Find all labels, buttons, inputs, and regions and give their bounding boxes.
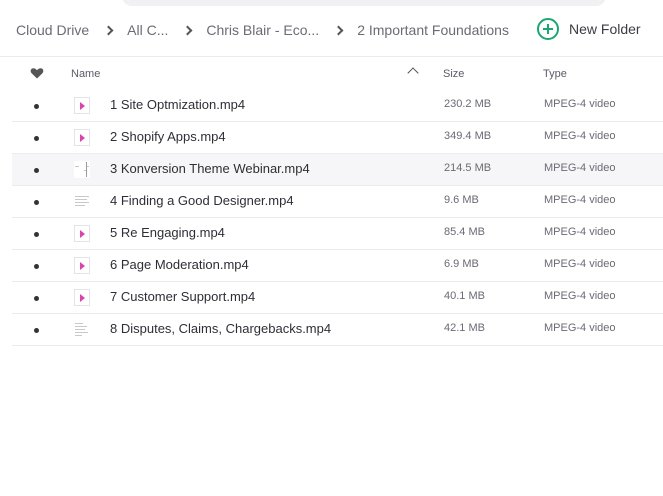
file-size: 40.1 MB — [444, 290, 485, 302]
play-icon — [74, 129, 90, 146]
document-thumbnail-icon — [74, 193, 90, 210]
new-folder-label: New Folder — [569, 21, 641, 37]
column-name[interactable]: Name — [71, 68, 100, 80]
file-name: 6 Page Moderation.mp4 — [110, 257, 249, 272]
favorite-dot[interactable] — [34, 200, 39, 205]
file-type: MPEG-4 video — [544, 162, 616, 174]
table-row[interactable]: 8 Disputes, Claims, Chargebacks.mp4 42.1… — [12, 314, 663, 346]
favorite-dot[interactable] — [34, 232, 39, 237]
breadcrumb-item-all[interactable]: All C... — [127, 22, 168, 38]
table-row[interactable]: 3 Konversion Theme Webinar.mp4 214.5 MB … — [12, 154, 663, 186]
favorite-dot[interactable] — [34, 168, 39, 173]
file-name: 3 Konversion Theme Webinar.mp4 — [110, 161, 310, 176]
document-thumbnail-icon — [74, 321, 90, 338]
plus-circle-icon — [537, 18, 559, 40]
column-size[interactable]: Size — [443, 68, 464, 80]
chevron-up-icon[interactable] — [407, 67, 419, 79]
breadcrumb: Cloud Drive All C... Chris Blair - Eco..… — [16, 20, 509, 40]
new-folder-button[interactable]: New Folder — [537, 17, 641, 41]
file-type: MPEG-4 video — [544, 258, 616, 270]
column-header: Name Size Type — [12, 62, 663, 88]
play-icon — [74, 289, 90, 306]
file-size: 6.9 MB — [444, 258, 479, 270]
table-row[interactable]: 7 Customer Support.mp4 40.1 MB MPEG-4 vi… — [12, 282, 663, 314]
table-row[interactable]: 6 Page Moderation.mp4 6.9 MB MPEG-4 vide… — [12, 250, 663, 282]
favorite-dot[interactable] — [34, 264, 39, 269]
breadcrumb-item-chris-blair[interactable]: Chris Blair - Eco... — [206, 22, 319, 38]
favorite-dot[interactable] — [34, 328, 39, 333]
chevron-right-icon — [168, 25, 206, 35]
table-row[interactable]: 5 Re Engaging.mp4 85.4 MB MPEG-4 video — [12, 218, 663, 250]
play-icon — [74, 225, 90, 242]
file-name: 8 Disputes, Claims, Chargebacks.mp4 — [110, 321, 332, 336]
favorite-dot[interactable] — [34, 296, 39, 301]
document-thumbnail-icon — [74, 161, 90, 178]
file-name: 7 Customer Support.mp4 — [110, 289, 256, 304]
file-name: 5 Re Engaging.mp4 — [110, 225, 225, 240]
divider — [0, 56, 663, 57]
file-size: 230.2 MB — [444, 98, 492, 110]
file-type: MPEG-4 video — [544, 194, 616, 206]
chevron-right-icon — [319, 25, 357, 35]
chevron-right-icon — [89, 25, 127, 35]
file-list: 1 Site Optmization.mp4 230.2 MB MPEG-4 v… — [12, 90, 663, 346]
file-type: MPEG-4 video — [544, 226, 616, 238]
table-row[interactable]: 4 Finding a Good Designer.mp4 9.6 MB MPE… — [12, 186, 663, 218]
file-type: MPEG-4 video — [544, 98, 616, 110]
file-type: MPEG-4 video — [544, 130, 616, 142]
table-row[interactable]: 1 Site Optmization.mp4 230.2 MB MPEG-4 v… — [12, 90, 663, 122]
breadcrumb-item-cloud-drive[interactable]: Cloud Drive — [16, 22, 89, 38]
play-icon — [74, 97, 90, 114]
favorite-dot[interactable] — [34, 136, 39, 141]
file-name: 2 Shopify Apps.mp4 — [110, 129, 226, 144]
breadcrumb-item-current: 2 Important Foundations — [357, 22, 509, 38]
file-size: 214.5 MB — [444, 162, 492, 174]
heart-icon[interactable] — [30, 66, 44, 80]
file-size: 85.4 MB — [444, 226, 485, 238]
file-type: MPEG-4 video — [544, 322, 616, 334]
file-size: 9.6 MB — [444, 194, 479, 206]
file-size: 42.1 MB — [444, 322, 485, 334]
favorite-dot[interactable] — [34, 104, 39, 109]
file-size: 349.4 MB — [444, 130, 492, 142]
table-row[interactable]: 2 Shopify Apps.mp4 349.4 MB MPEG-4 video — [12, 122, 663, 154]
file-type: MPEG-4 video — [544, 290, 616, 302]
play-icon — [74, 257, 90, 274]
column-type[interactable]: Type — [543, 68, 567, 80]
file-name: 1 Site Optmization.mp4 — [110, 97, 246, 112]
top-bar: Cloud Drive All C... Chris Blair - Eco..… — [0, 0, 663, 56]
file-name: 4 Finding a Good Designer.mp4 — [110, 193, 294, 208]
